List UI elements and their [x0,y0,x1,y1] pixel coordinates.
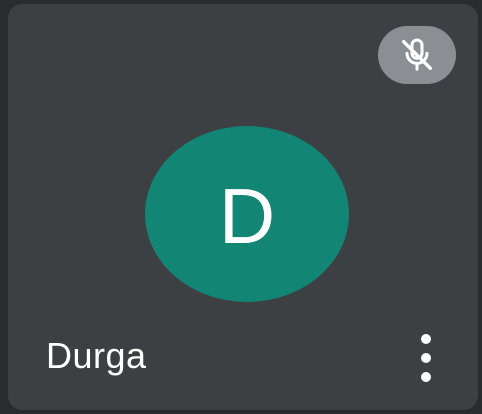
avatar-initial: D [218,172,276,260]
avatar: D [145,126,349,302]
more-options-button[interactable] [412,334,440,382]
more-vert-icon [421,334,431,382]
mic-muted-badge [378,26,456,84]
participant-name: Durga [46,335,147,376]
mic-off-icon [397,35,437,75]
participant-tile[interactable]: D Durga [8,4,478,410]
